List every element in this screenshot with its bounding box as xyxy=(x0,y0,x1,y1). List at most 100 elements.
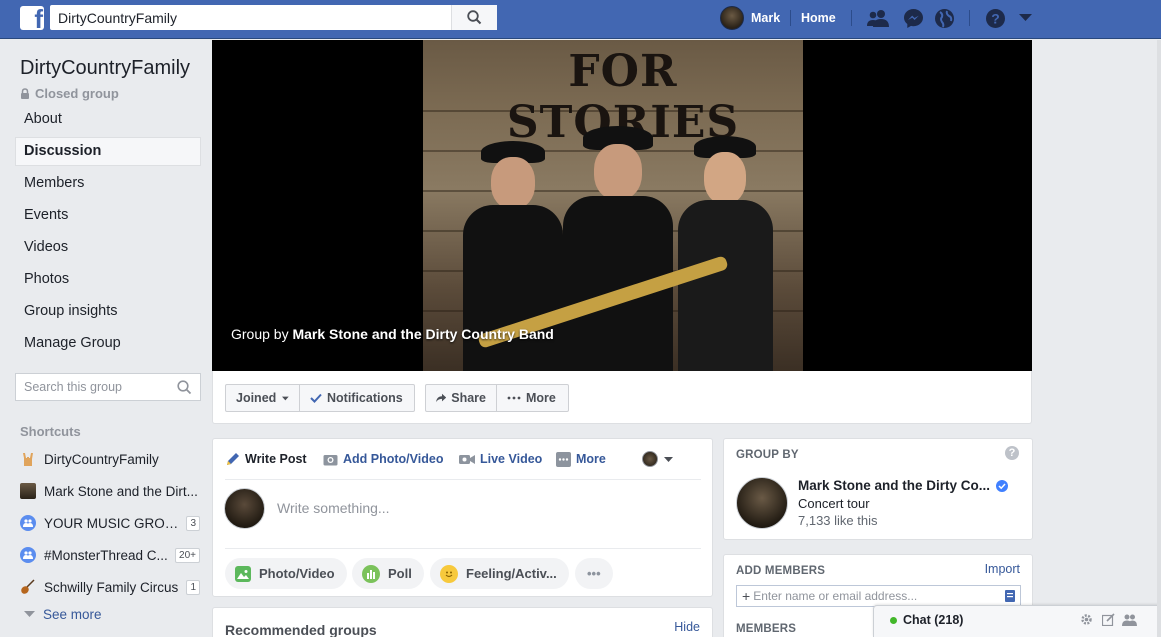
add-member-input[interactable] xyxy=(753,589,999,603)
chevron-down-icon xyxy=(24,611,35,617)
members-title: MEMBERS xyxy=(736,623,797,635)
more-dots-icon xyxy=(507,396,521,400)
shortcut-label: YOUR MUSIC GROU... xyxy=(44,515,183,531)
cover-caption-link[interactable]: Mark Stone and the Dirty Country Band xyxy=(292,326,553,342)
share-arrow-icon xyxy=(436,393,447,403)
sidebar-item-manage-group[interactable]: Manage Group xyxy=(15,329,201,358)
more-dots-box-icon xyxy=(556,451,571,467)
see-more-link[interactable]: See more xyxy=(24,607,102,622)
sidebar-item-about[interactable]: About xyxy=(15,105,201,134)
page-name-link[interactable]: Mark Stone and the Dirty Co... xyxy=(798,478,1009,493)
address-book-icon[interactable] xyxy=(1004,590,1016,602)
add-members-title: ADD MEMBERS xyxy=(736,565,826,577)
profile-link[interactable]: Mark xyxy=(720,6,780,30)
sidebar-item-members[interactable]: Members xyxy=(15,169,201,198)
global-search xyxy=(50,5,497,30)
search-button[interactable] xyxy=(451,5,497,30)
write-post-tab[interactable]: Write Post xyxy=(225,449,307,469)
svg-text:?: ? xyxy=(991,11,1000,27)
shortcut-item[interactable]: Schwilly Family Circus 1 xyxy=(20,577,200,597)
more-options-button[interactable]: ••• xyxy=(575,558,613,589)
notifications-label: Notifications xyxy=(327,391,403,405)
count-badge: 1 xyxy=(186,579,200,595)
sidebar-item-discussion[interactable]: Discussion xyxy=(15,137,201,166)
joined-button[interactable]: Joined xyxy=(225,384,300,412)
shortcut-item[interactable]: DirtyCountryFamily xyxy=(20,449,200,469)
shortcut-item[interactable]: Mark Stone and the Dirt... xyxy=(20,481,200,501)
notifications-button[interactable]: Notifications xyxy=(299,384,415,412)
messenger-icon[interactable] xyxy=(903,8,924,29)
add-photo-video-label: Add Photo/Video xyxy=(343,452,444,466)
post-composer: Write Post Add Photo/Video Live Video Mo… xyxy=(212,438,713,597)
sidebar-item-group-insights[interactable]: Group insights xyxy=(15,297,201,326)
scrollbar-track[interactable] xyxy=(1157,40,1161,637)
group-chat-icon[interactable] xyxy=(1122,613,1137,626)
chevron-down-icon[interactable] xyxy=(1019,14,1032,22)
gear-icon[interactable] xyxy=(1080,613,1093,626)
live-video-tab[interactable]: Live Video xyxy=(459,449,542,469)
group-cover-photo[interactable]: FOR STORIES Group by Mark Stone and the … xyxy=(212,40,1032,371)
live-video-label: Live Video xyxy=(480,452,543,466)
violin-icon xyxy=(20,579,36,595)
top-navigation-bar: f Mark Home ? xyxy=(0,0,1161,39)
chat-bar[interactable]: Chat (218) xyxy=(873,605,1161,637)
share-button[interactable]: Share xyxy=(425,384,497,412)
write-something-input[interactable] xyxy=(277,500,677,516)
chat-label: Chat (218) xyxy=(903,613,964,627)
verified-badge-icon xyxy=(996,479,1009,492)
video-camera-icon xyxy=(459,454,475,464)
divider xyxy=(225,548,701,549)
pencil-icon xyxy=(227,452,239,465)
cover-image: FOR STORIES xyxy=(423,40,803,371)
divider xyxy=(851,10,852,26)
camera-icon xyxy=(323,454,338,465)
avatar xyxy=(642,451,658,467)
shortcut-item[interactable]: #MonsterThread C... 20+ xyxy=(20,545,200,565)
more-tab-label: More xyxy=(576,452,606,466)
checkmark-icon xyxy=(310,393,322,403)
import-link[interactable]: Import xyxy=(985,562,1020,576)
cover-caption: Group by Mark Stone and the Dirty Countr… xyxy=(231,326,554,342)
more-tab[interactable]: More xyxy=(556,449,606,469)
group-privacy-label: Closed group xyxy=(35,86,119,101)
group-action-bar: Joined Notifications Share More xyxy=(212,371,1032,424)
global-search-input[interactable] xyxy=(50,5,450,30)
avatar xyxy=(224,488,265,529)
shortcut-label: #MonsterThread C... xyxy=(44,547,168,563)
count-badge: 20+ xyxy=(175,547,200,563)
write-post-label: Write Post xyxy=(245,452,307,466)
rock-hand-icon xyxy=(20,451,36,467)
group-title[interactable]: DirtyCountryFamily xyxy=(20,57,190,80)
more-dots-icon: ••• xyxy=(587,566,601,581)
online-status-dot xyxy=(890,617,897,624)
notifications-globe-icon[interactable] xyxy=(934,8,955,29)
shortcut-item[interactable]: YOUR MUSIC GROU... 3 xyxy=(20,513,200,533)
compose-icon[interactable] xyxy=(1102,613,1115,626)
shortcut-label: Mark Stone and the Dirt... xyxy=(44,483,198,499)
facebook-logo-icon[interactable]: f xyxy=(20,6,44,30)
group-search-input[interactable] xyxy=(16,374,166,400)
page-name: Mark Stone and the Dirty Co... xyxy=(798,478,991,493)
sidebar-item-events[interactable]: Events xyxy=(15,201,201,230)
hide-link[interactable]: Hide xyxy=(674,620,700,634)
group-search xyxy=(15,373,201,401)
more-button[interactable]: More xyxy=(496,384,569,412)
add-photo-video-tab[interactable]: Add Photo/Video xyxy=(323,449,443,469)
help-icon[interactable]: ? xyxy=(985,8,1006,29)
page-avatar[interactable] xyxy=(736,477,788,529)
post-as-selector[interactable] xyxy=(642,449,678,469)
home-link[interactable]: Home xyxy=(801,11,836,25)
help-icon[interactable]: ? xyxy=(1005,446,1019,460)
search-icon[interactable] xyxy=(177,380,192,395)
page-thumbnail-icon xyxy=(20,483,36,499)
count-badge: 3 xyxy=(186,515,200,531)
sidebar-item-videos[interactable]: Videos xyxy=(15,233,201,262)
friends-icon[interactable] xyxy=(866,8,890,28)
sidebar-item-photos[interactable]: Photos xyxy=(15,265,201,294)
chevron-down-icon xyxy=(664,456,673,462)
photo-video-button[interactable]: Photo/Video xyxy=(225,558,347,589)
poll-button[interactable]: Poll xyxy=(352,558,424,589)
group-privacy: Closed group xyxy=(20,86,119,101)
feeling-activity-button[interactable]: Feeling/Activ... xyxy=(430,558,569,589)
add-member-field: + xyxy=(736,585,1021,607)
